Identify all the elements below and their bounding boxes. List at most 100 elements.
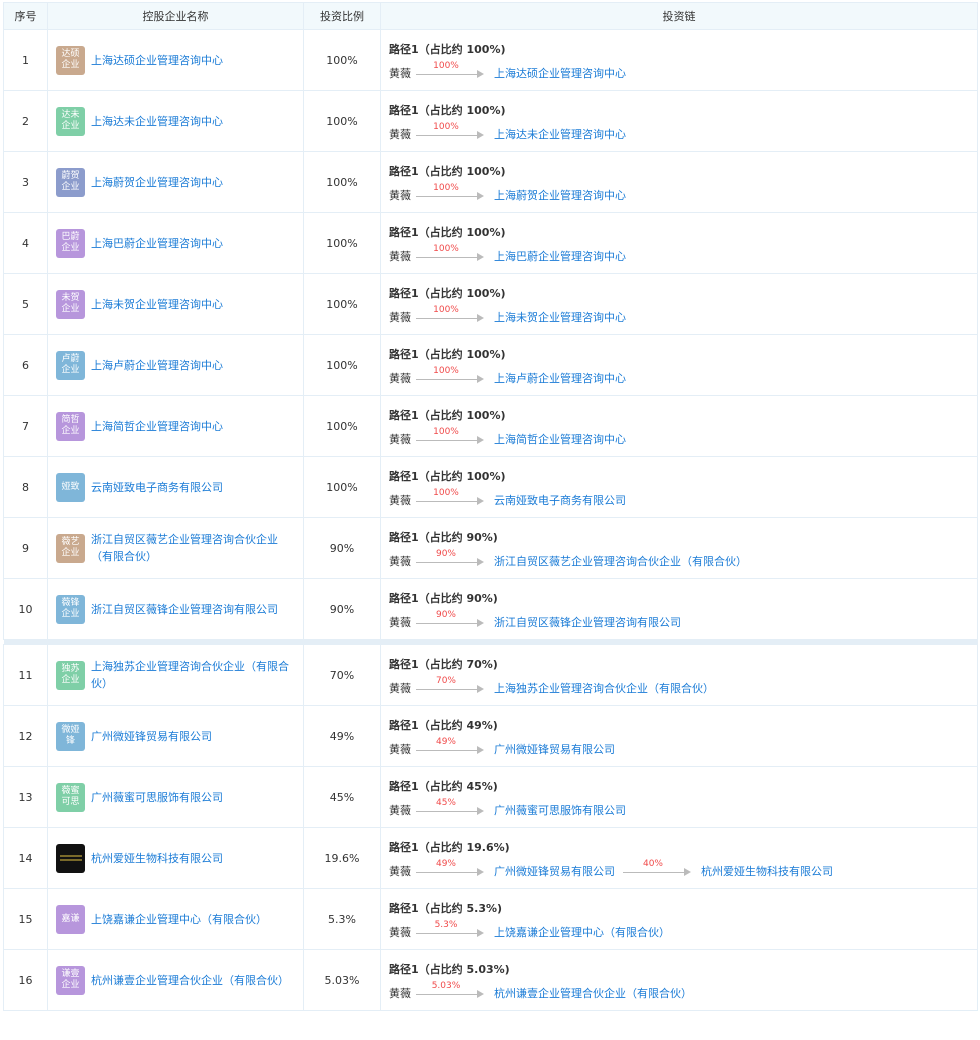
company-logo[interactable]: 微娅锋 bbox=[56, 721, 85, 751]
company-name-link[interactable]: 上海卢蔚企业管理咨询中心 bbox=[91, 357, 231, 374]
table-row: 4 巴蔚 企业 上海巴蔚企业管理咨询中心 100% 路径1（占比约 100%) 黄… bbox=[3, 212, 978, 274]
investment-ratio: 70% bbox=[303, 644, 381, 706]
shareholder-link[interactable]: 黄薇 bbox=[389, 553, 411, 569]
company-name-link[interactable]: 杭州谦壹企业管理合伙企业（有限合伙） bbox=[91, 972, 297, 989]
arrow-line bbox=[416, 871, 478, 873]
investment-chain: 路径1（占比约 49%) 黄薇 49% 广州微娅锋贸易有限公司 bbox=[380, 705, 978, 767]
company-cell: 微娅锋 广州微娅锋贸易有限公司 bbox=[47, 705, 304, 767]
shareholder-link[interactable]: 黄薇 bbox=[389, 492, 411, 508]
chain-target-link[interactable]: 上海卢蔚企业管理咨询中心 bbox=[494, 370, 626, 386]
path-line: 黄薇 5.3% 上饶嘉谦企业管理中心（有限合伙） bbox=[389, 920, 976, 940]
shareholder-link[interactable]: 黄薇 bbox=[389, 431, 411, 447]
company-logo[interactable]: 薇蜜 可思 bbox=[56, 782, 85, 812]
company-cell: 未贺 企业 上海未贺企业管理咨询中心 bbox=[47, 273, 304, 335]
arrow-head-icon bbox=[477, 745, 484, 754]
shareholder-link[interactable]: 黄薇 bbox=[389, 802, 411, 818]
chain-target-link[interactable]: 上海未贺企业管理咨询中心 bbox=[494, 309, 626, 325]
share-percent: 5.3% bbox=[434, 919, 458, 930]
company-name-link[interactable]: 上海独苏企业管理咨询合伙企业（有限合伙） bbox=[91, 658, 302, 692]
path-title: 路径1（占比约 100%) bbox=[389, 408, 506, 422]
shareholder-link[interactable]: 黄薇 bbox=[389, 65, 411, 81]
shareholder-link[interactable]: 黄薇 bbox=[389, 126, 411, 142]
table-row: 6 卢蔚 企业 上海卢蔚企业管理咨询中心 100% 路径1（占比约 100%) 黄… bbox=[3, 334, 978, 396]
path-title: 路径1（占比约 5.3%) bbox=[389, 901, 503, 915]
company-name-link[interactable]: 上海达未企业管理咨询中心 bbox=[91, 113, 231, 130]
company-logo[interactable]: 简哲 企业 bbox=[56, 411, 85, 441]
company-logo[interactable]: 嘉谦 bbox=[56, 904, 85, 934]
shareholder-link[interactable]: 黄薇 bbox=[389, 985, 411, 1001]
chain-target-link[interactable]: 云南娅致电子商务有限公司 bbox=[494, 492, 626, 508]
path-line: 黄薇 49% 广州微娅锋贸易有限公司 bbox=[389, 737, 976, 757]
header-company-name: 控股企业名称 bbox=[47, 2, 304, 30]
share-arrow: 40% bbox=[623, 859, 693, 878]
shareholder-link[interactable]: 黄薇 bbox=[389, 680, 411, 696]
shareholder-link[interactable]: 黄薇 bbox=[389, 187, 411, 203]
share-percent: 70% bbox=[435, 675, 456, 686]
company-name-link[interactable]: 浙江自贸区薇艺企业管理咨询合伙企业（有限合伙） bbox=[91, 531, 302, 565]
chain-target-link[interactable]: 上海巴蔚企业管理咨询中心 bbox=[494, 248, 626, 264]
company-name-link[interactable]: 广州薇蜜可思服饰有限公司 bbox=[91, 789, 231, 806]
row-index: 2 bbox=[3, 90, 48, 152]
chain-target-link[interactable]: 浙江自贸区薇艺企业管理咨询合伙企业（有限合伙） bbox=[494, 553, 747, 569]
share-arrow: 100% bbox=[416, 366, 486, 385]
chain-target-link[interactable]: 上饶嘉谦企业管理中心（有限合伙） bbox=[494, 924, 670, 940]
table-row: 5 未贺 企业 上海未贺企业管理咨询中心 100% 路径1（占比约 100%) 黄… bbox=[3, 273, 978, 335]
company-cell: 嘉谦 上饶嘉谦企业管理中心（有限合伙） bbox=[47, 888, 304, 950]
chain-target-link[interactable]: 杭州谦壹企业管理合伙企业（有限合伙） bbox=[494, 985, 692, 1001]
chain-target-link[interactable]: 上海达未企业管理咨询中心 bbox=[494, 126, 626, 142]
company-name-link[interactable]: 广州微娅锋贸易有限公司 bbox=[91, 728, 220, 745]
company-logo[interactable]: 娅致 bbox=[56, 472, 85, 502]
chain-target-link[interactable]: 上海蔚贺企业管理咨询中心 bbox=[494, 187, 626, 203]
company-name-link[interactable]: 云南娅致电子商务有限公司 bbox=[91, 479, 231, 496]
path-line: 黄薇 100% 上海简哲企业管理咨询中心 bbox=[389, 427, 976, 447]
chain-target-link[interactable]: 杭州爱娅生物科技有限公司 bbox=[701, 863, 833, 879]
chain-target-link[interactable]: 浙江自贸区薇锋企业管理咨询有限公司 bbox=[494, 614, 681, 630]
shareholder-link[interactable]: 黄薇 bbox=[389, 309, 411, 325]
company-name-link[interactable]: 上海巴蔚企业管理咨询中心 bbox=[91, 235, 231, 252]
shareholder-link[interactable]: 黄薇 bbox=[389, 370, 411, 386]
company-logo[interactable]: 巴蔚 企业 bbox=[56, 228, 85, 258]
company-logo[interactable]: 薇锋 企业 bbox=[56, 594, 85, 624]
company-logo[interactable] bbox=[56, 843, 85, 873]
row-index: 9 bbox=[3, 517, 48, 579]
chain-target-link[interactable]: 广州微娅锋贸易有限公司 bbox=[494, 863, 615, 879]
company-name-link[interactable]: 上海简哲企业管理咨询中心 bbox=[91, 418, 231, 435]
company-logo[interactable]: 达未 企业 bbox=[56, 106, 85, 136]
chain-target-link[interactable]: 广州薇蜜可思服饰有限公司 bbox=[494, 802, 626, 818]
table-row: 2 达未 企业 上海达未企业管理咨询中心 100% 路径1（占比约 100%) 黄… bbox=[3, 90, 978, 152]
arrow-line bbox=[416, 622, 478, 624]
investment-ratio: 100% bbox=[303, 212, 381, 274]
company-logo[interactable]: 达硕 企业 bbox=[56, 45, 85, 75]
company-logo[interactable]: 蔚贺 企业 bbox=[56, 167, 85, 197]
chain-target-link[interactable]: 上海简哲企业管理咨询中心 bbox=[494, 431, 626, 447]
company-logo[interactable]: 谦壹 企业 bbox=[56, 965, 85, 995]
row-index: 8 bbox=[3, 456, 48, 518]
company-name-link[interactable]: 杭州爱娅生物科技有限公司 bbox=[91, 850, 231, 867]
company-name-link[interactable]: 上海达硕企业管理咨询中心 bbox=[91, 52, 231, 69]
company-logo[interactable]: 薇艺 企业 bbox=[56, 533, 85, 563]
header-index: 序号 bbox=[3, 2, 48, 30]
investment-chain: 路径1（占比约 100%) 黄薇 100% 上海达硕企业管理咨询中心 bbox=[380, 29, 978, 91]
shareholder-link[interactable]: 黄薇 bbox=[389, 924, 411, 940]
arrow-line bbox=[416, 195, 478, 197]
share-percent: 100% bbox=[433, 243, 459, 254]
arrow-head-icon bbox=[477, 69, 484, 78]
shareholder-link[interactable]: 黄薇 bbox=[389, 741, 411, 757]
chain-target-link[interactable]: 上海独苏企业管理咨询合伙企业（有限合伙） bbox=[494, 680, 714, 696]
path-line: 黄薇 49% 广州微娅锋贸易有限公司 40% 杭州爱娅生物科技有限公司 bbox=[389, 859, 976, 879]
shareholder-link[interactable]: 黄薇 bbox=[389, 248, 411, 264]
chain-target-link[interactable]: 广州微娅锋贸易有限公司 bbox=[494, 741, 615, 757]
company-logo[interactable]: 卢蔚 企业 bbox=[56, 350, 85, 380]
shareholder-link[interactable]: 黄薇 bbox=[389, 614, 411, 630]
company-name-link[interactable]: 上海未贺企业管理咨询中心 bbox=[91, 296, 231, 313]
company-logo[interactable]: 独苏 企业 bbox=[56, 660, 85, 690]
investment-ratio: 100% bbox=[303, 151, 381, 213]
header-ratio: 投资比例 bbox=[303, 2, 381, 30]
shareholder-link[interactable]: 黄薇 bbox=[389, 863, 411, 879]
company-name-link[interactable]: 浙江自贸区薇锋企业管理咨询有限公司 bbox=[91, 601, 286, 618]
chain-target-link[interactable]: 上海达硕企业管理咨询中心 bbox=[494, 65, 626, 81]
company-name-link[interactable]: 上海蔚贺企业管理咨询中心 bbox=[91, 174, 231, 191]
company-name-link[interactable]: 上饶嘉谦企业管理中心（有限合伙） bbox=[91, 911, 275, 928]
company-cell: 简哲 企业 上海简哲企业管理咨询中心 bbox=[47, 395, 304, 457]
company-logo[interactable]: 未贺 企业 bbox=[56, 289, 85, 319]
